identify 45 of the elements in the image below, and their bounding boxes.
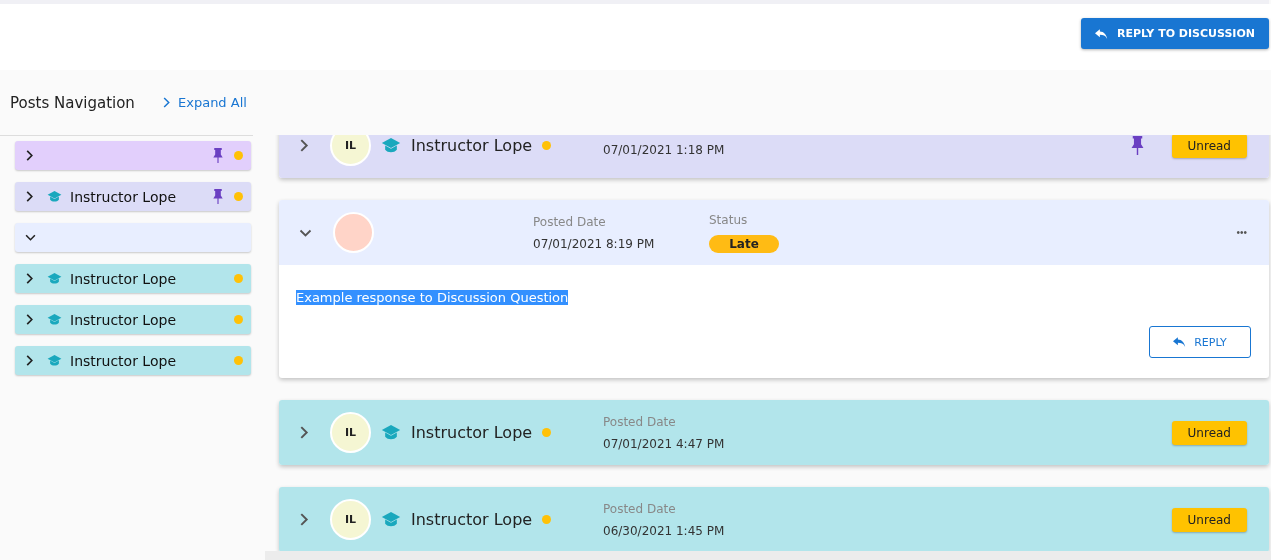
nav-item[interactable]: Instructor Lope <box>15 182 251 211</box>
unread-badge: Unread <box>1171 420 1247 445</box>
avatar: IL <box>330 499 371 540</box>
chevron-down-icon[interactable] <box>299 228 312 237</box>
author-name: Instructor Lope <box>70 188 176 205</box>
nav-item[interactable]: Instructor Lope <box>15 346 251 375</box>
posted-date: 07/01/2021 1:18 PM <box>603 142 726 157</box>
posted-date-label: Posted Date <box>603 414 677 429</box>
nav-item[interactable]: Instructor Lope <box>15 264 251 293</box>
chevron-right-icon[interactable] <box>299 426 309 439</box>
reply-to-discussion-button[interactable]: REPLY TO DISCUSSION <box>1081 18 1269 49</box>
nav-item[interactable]: Instructor Lope <box>15 305 251 334</box>
posted-date: 07/01/2021 4:47 PM <box>603 436 726 451</box>
author-name: Instructor Lope <box>70 311 176 328</box>
status-badge: Late <box>709 234 779 253</box>
posted-date-label: Posted Date <box>533 214 607 229</box>
chevron-right-icon[interactable] <box>25 150 34 161</box>
chevron-right-icon[interactable] <box>25 191 34 202</box>
more-options-button[interactable]: ••• <box>1236 227 1247 238</box>
avatar: IL <box>330 135 371 166</box>
unread-badge: Unread <box>1171 507 1247 532</box>
author-name: Instructor Lope <box>411 423 533 442</box>
chevron-right-icon[interactable] <box>25 355 34 366</box>
posted-date: 07/01/2021 8:19 PM <box>533 236 656 251</box>
author-name: Instructor Lope <box>411 510 533 529</box>
posted-date-label: Posted Date <box>603 501 677 516</box>
reply-icon <box>1173 337 1187 347</box>
status-label: Status <box>709 212 749 227</box>
chevron-right-icon[interactable] <box>299 139 309 152</box>
chevron-right-icon[interactable] <box>25 314 34 325</box>
reply-icon <box>1095 28 1108 39</box>
posted-date: 06/30/2021 1:45 PM <box>603 523 726 538</box>
sidebar-title: Posts Navigation <box>10 93 136 112</box>
expand-all-link[interactable]: Expand All <box>162 95 247 110</box>
unread-badge: Unread <box>1171 135 1247 158</box>
post-text: Example response to Discussion Question <box>296 290 569 305</box>
chevron-right-icon[interactable] <box>25 273 34 284</box>
chevron-down-icon[interactable] <box>25 234 36 241</box>
author-name: Instructor Lope <box>70 352 176 369</box>
reply-button[interactable]: REPLY <box>1149 326 1251 358</box>
chevron-right-icon[interactable] <box>299 513 309 526</box>
avatar <box>333 212 374 253</box>
author-name: Instructor Lope <box>411 136 533 155</box>
author-name: Instructor Lope <box>70 270 176 287</box>
avatar: IL <box>330 412 371 453</box>
